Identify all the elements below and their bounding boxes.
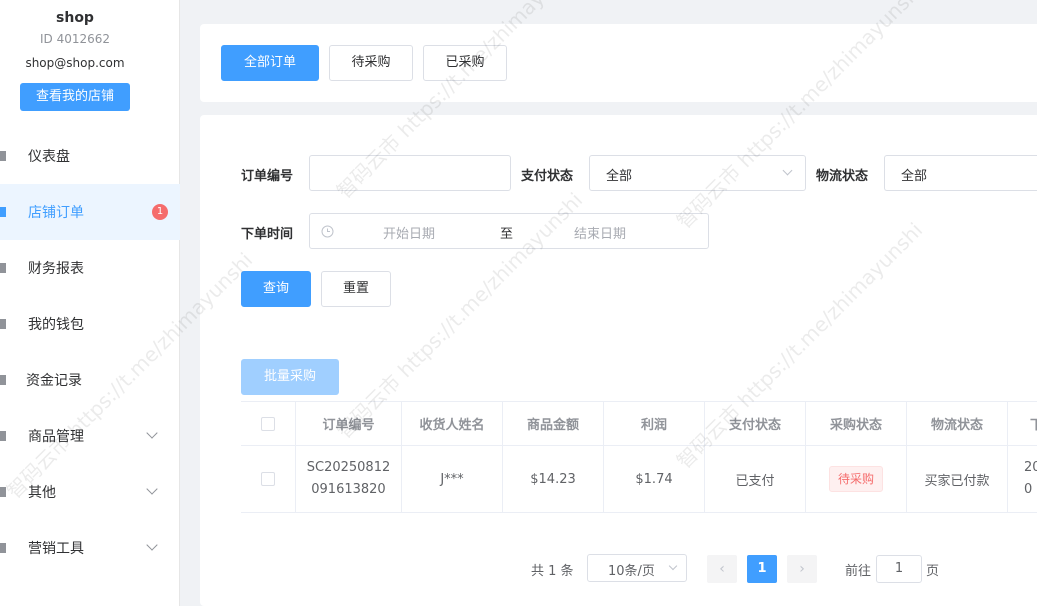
page-size-value: 10条/页 bbox=[608, 564, 655, 579]
goto-label: 前往 bbox=[845, 564, 872, 579]
pagination-total: 共 1 条 bbox=[531, 564, 574, 579]
header-pay-status: 支付状态 bbox=[705, 402, 806, 445]
tab-pending-purchase[interactable]: 待采购 bbox=[329, 45, 413, 81]
order-no-label: 订单编号 bbox=[241, 169, 294, 184]
pay-status-value: 全部 bbox=[606, 169, 633, 184]
batch-purchase-button[interactable]: 批量采购 bbox=[241, 359, 339, 395]
records-icon bbox=[0, 375, 6, 385]
report-icon bbox=[0, 263, 6, 273]
order-time-line1: 20 bbox=[1024, 460, 1037, 475]
order-no-line1: SC20250812 bbox=[306, 460, 391, 475]
header-receiver: 收货人姓名 bbox=[402, 402, 503, 445]
order-no-cell: SC20250812 091613820 bbox=[296, 446, 402, 512]
chevron-down-icon bbox=[146, 539, 158, 551]
order-time-line2: 0 bbox=[1024, 482, 1033, 497]
sidebar-item-finance-report[interactable]: 财务报表 bbox=[0, 240, 180, 296]
pay-status-label: 支付状态 bbox=[521, 169, 574, 184]
orders-table: 订单编号 收货人姓名 商品金额 利润 支付状态 采购状态 物流状态 下 SC20… bbox=[241, 401, 1037, 513]
shop-name: shop bbox=[56, 10, 94, 26]
header-amount: 商品金额 bbox=[503, 402, 604, 445]
logistics-status-label: 物流状态 bbox=[816, 169, 869, 184]
goto-suffix: 页 bbox=[926, 564, 940, 579]
purchase-status-cell: 待采购 bbox=[806, 446, 907, 512]
view-my-shop-button[interactable]: 查看我的店铺 bbox=[20, 83, 130, 111]
select-all-checkbox[interactable] bbox=[261, 416, 275, 431]
row-checkbox[interactable] bbox=[261, 472, 275, 486]
order-tabs-card: 全部订单 待采购 已采购 bbox=[200, 24, 1037, 102]
order-time-cell: 20 0 bbox=[1008, 446, 1037, 512]
sidebar-item-other[interactable]: 其他 bbox=[0, 464, 180, 520]
sidebar-item-wallet[interactable]: 我的钱包 bbox=[0, 296, 180, 352]
sidebar-item-shop-orders[interactable]: 店铺订单 1 bbox=[0, 184, 180, 240]
sidebar-item-label: 店铺订单 bbox=[28, 205, 84, 221]
order-no-input[interactable] bbox=[309, 155, 511, 191]
other-icon bbox=[0, 487, 6, 497]
next-page-button[interactable]: › bbox=[787, 555, 817, 583]
prev-page-button[interactable]: ‹ bbox=[707, 555, 737, 583]
reset-button[interactable]: 重置 bbox=[321, 271, 391, 307]
profit-cell: $1.74 bbox=[604, 446, 705, 512]
header-select-cell bbox=[241, 402, 296, 445]
tab-purchased[interactable]: 已采购 bbox=[423, 45, 507, 81]
clock-icon bbox=[321, 225, 334, 238]
chevron-down-icon bbox=[782, 165, 793, 176]
page-number-1[interactable]: 1 bbox=[747, 555, 777, 583]
logistics-status-cell: 买家已付款 bbox=[907, 446, 1008, 512]
logistics-status-select[interactable]: 全部 bbox=[884, 155, 1037, 191]
pay-status-cell: 已支付 bbox=[705, 446, 806, 512]
sidebar-item-label: 商品管理 bbox=[28, 429, 84, 445]
pay-status-select[interactable]: 全部 bbox=[589, 155, 806, 191]
header-order-no: 订单编号 bbox=[296, 402, 402, 445]
product-icon bbox=[0, 431, 6, 441]
header-purchase-status: 采购状态 bbox=[806, 402, 907, 445]
sidebar-item-label: 营销工具 bbox=[28, 541, 84, 557]
sidebar-item-label: 仪表盘 bbox=[28, 149, 70, 165]
order-date-range-picker[interactable]: 开始日期 至 结束日期 bbox=[309, 213, 709, 249]
table-header-row: 订单编号 收货人姓名 商品金额 利润 支付状态 采购状态 物流状态 下 bbox=[241, 402, 1037, 446]
shop-id: ID 4012662 bbox=[39, 32, 111, 46]
order-time-label: 下单时间 bbox=[241, 227, 294, 242]
orders-icon bbox=[0, 207, 6, 217]
page-size-select[interactable]: 10条/页 bbox=[587, 554, 687, 582]
header-profit: 利润 bbox=[604, 402, 705, 445]
receiver-cell: J*** bbox=[402, 446, 503, 512]
goto-page-input[interactable]: 1 bbox=[876, 555, 922, 583]
search-button[interactable]: 查询 bbox=[241, 271, 311, 307]
sidebar-item-label: 我的钱包 bbox=[28, 317, 84, 333]
order-no-line2: 091613820 bbox=[311, 482, 386, 497]
sidebar-item-label: 资金记录 bbox=[26, 373, 82, 389]
header-order-time: 下 bbox=[1030, 418, 1037, 433]
header-logistics-status: 物流状态 bbox=[907, 402, 1008, 445]
chevron-down-icon bbox=[668, 561, 678, 571]
row-select-cell bbox=[241, 446, 296, 512]
sidebar-item-marketing-tools[interactable]: 营销工具 bbox=[0, 520, 180, 576]
amount-cell: $14.23 bbox=[503, 446, 604, 512]
sidebar: shop ID 4012662 shop@shop.com 查看我的店铺 仪表盘… bbox=[0, 0, 180, 606]
purchase-status-tag: 待采购 bbox=[828, 466, 883, 492]
date-range-separator: 至 bbox=[500, 227, 514, 242]
logistics-status-value: 全部 bbox=[901, 169, 928, 184]
sidebar-item-label: 财务报表 bbox=[28, 261, 84, 277]
tab-all-orders[interactable]: 全部订单 bbox=[221, 45, 319, 81]
chevron-down-icon bbox=[146, 427, 158, 439]
sidebar-item-label: 其他 bbox=[28, 485, 56, 501]
end-date-input[interactable]: 结束日期 bbox=[574, 223, 626, 242]
sidebar-item-product-management[interactable]: 商品管理 bbox=[0, 408, 180, 464]
sidebar-item-dashboard[interactable]: 仪表盘 bbox=[0, 128, 180, 184]
table-row[interactable]: SC20250812 091613820 J*** $14.23 $1.74 已… bbox=[241, 446, 1037, 513]
start-date-input[interactable]: 开始日期 bbox=[383, 223, 435, 242]
shop-email: shop@shop.com bbox=[25, 56, 125, 70]
orders-card: 订单编号 支付状态 全部 物流状态 全部 下单时间 开始日期 至 结束日期 查询… bbox=[200, 115, 1037, 606]
dashboard-icon bbox=[0, 151, 6, 161]
sidebar-item-fund-records[interactable]: 资金记录 bbox=[0, 352, 180, 408]
orders-count-badge: 1 bbox=[152, 204, 168, 220]
marketing-icon bbox=[0, 543, 6, 553]
wallet-icon bbox=[0, 319, 6, 329]
chevron-down-icon bbox=[146, 483, 158, 495]
